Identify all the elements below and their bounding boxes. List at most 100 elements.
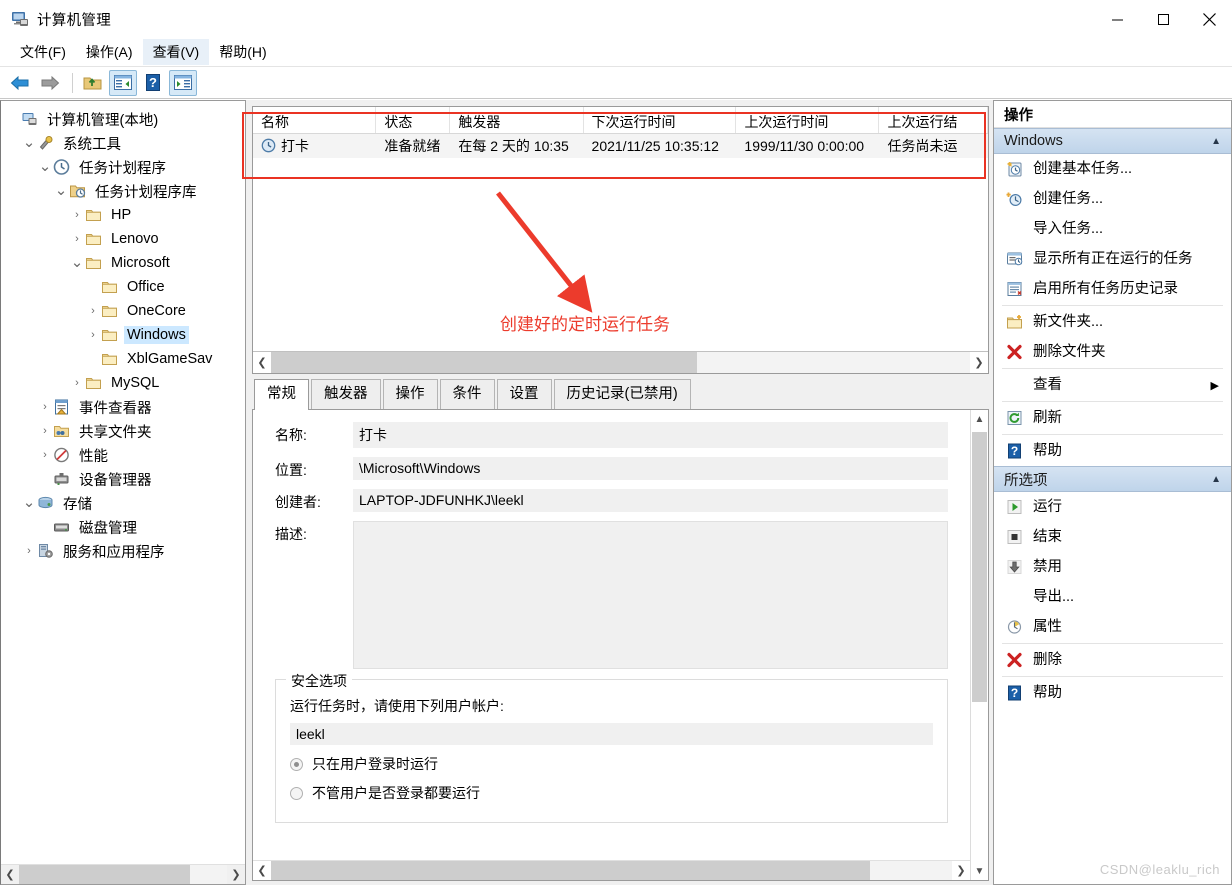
chevron-right-icon[interactable]: › xyxy=(69,207,85,223)
chevron-right-icon[interactable]: › xyxy=(21,543,37,559)
action-item-1-0[interactable]: 运行 xyxy=(994,492,1231,522)
column-header-1[interactable]: 状态 xyxy=(376,107,451,133)
maximize-button[interactable] xyxy=(1140,0,1186,38)
radio-selected-icon[interactable] xyxy=(290,757,303,771)
action-item-1-6[interactable]: ? 帮助 xyxy=(994,678,1231,708)
action-item-0-8[interactable]: 刷新 xyxy=(994,403,1231,433)
close-button[interactable] xyxy=(1186,0,1232,38)
detail-vertical-scrollbar[interactable]: ▲ ▼ xyxy=(970,410,988,880)
tree-node-hp[interactable]: › HP xyxy=(5,203,245,227)
up-folder-button[interactable] xyxy=(79,70,107,96)
tree-node-[interactable]: › 性能 xyxy=(5,443,245,467)
scroll-down-icon[interactable]: ▼ xyxy=(971,862,988,880)
action-item-1-5[interactable]: 删除 xyxy=(994,645,1231,675)
tree-node-[interactable]: ⌄ 任务计划程序 xyxy=(5,155,245,179)
menu-view[interactable]: 查看(V) xyxy=(142,39,210,65)
tree-node-lenovo[interactable]: › Lenovo xyxy=(5,227,245,251)
chevron-up-icon[interactable]: ▲ xyxy=(1211,474,1221,485)
tree-node-[interactable]: ⌄ 系统工具 xyxy=(5,131,245,155)
chevron-right-icon[interactable]: › xyxy=(85,303,101,319)
tree-node-onecore[interactable]: › OneCore xyxy=(5,299,245,323)
actions-group-header-1[interactable]: 所选项 ▲ xyxy=(994,466,1231,492)
task-list-header[interactable]: 名称 状态 触发器 下次运行时间 上次运行时间 上次运行结 xyxy=(253,107,988,134)
chevron-right-icon[interactable]: › xyxy=(37,423,53,439)
column-header-4[interactable]: 上次运行时间 xyxy=(736,107,880,133)
scroll-thumb[interactable] xyxy=(19,865,190,884)
action-item-0-6[interactable]: 删除文件夹 xyxy=(994,337,1231,367)
action-item-0-1[interactable]: 创建任务... xyxy=(994,184,1231,214)
show-hide-action-pane-button[interactable] xyxy=(169,69,197,96)
description-field[interactable] xyxy=(353,521,948,669)
scroll-thumb[interactable] xyxy=(271,352,698,373)
scroll-left-icon[interactable]: ❮ xyxy=(253,352,271,373)
actions-list[interactable]: Windows ▲ 创建基本任务... 创建任务... 导入任务... 显示所有正在运行的… xyxy=(994,128,1231,708)
action-item-0-2[interactable]: 导入任务... xyxy=(994,214,1231,244)
tree-node-[interactable]: ⌄ 存储 xyxy=(5,491,245,515)
tree-node-microsoft[interactable]: ⌄ Microsoft xyxy=(5,251,245,275)
scroll-track[interactable] xyxy=(271,352,970,373)
tree-node-[interactable]: › 服务和应用程序 xyxy=(5,539,245,563)
scroll-thumb[interactable] xyxy=(271,861,871,880)
submenu-arrow-icon[interactable]: ▶ xyxy=(1211,379,1219,392)
action-item-0-3[interactable]: 显示所有正在运行的任务 xyxy=(994,244,1231,274)
tree-node-xblgamesav[interactable]: XblGameSav xyxy=(5,347,245,371)
detail-tab-strip[interactable]: 常规 触发器 操作 条件 设置 历史记录(已禁用) xyxy=(252,379,989,410)
column-header-5[interactable]: 上次运行结 xyxy=(879,107,988,133)
tree-node-mysql[interactable]: › MySQL xyxy=(5,371,245,395)
chevron-down-icon[interactable]: ⌄ xyxy=(37,159,53,174)
scroll-track[interactable] xyxy=(271,861,952,880)
tree-node-[interactable]: 计算机管理(本地) xyxy=(5,107,245,131)
chevron-down-icon[interactable]: ⌄ xyxy=(21,135,37,150)
chevron-down-icon[interactable]: ⌄ xyxy=(53,183,69,198)
action-item-0-9[interactable]: ? 帮助 xyxy=(994,436,1231,466)
scroll-up-icon[interactable]: ▲ xyxy=(971,410,988,428)
radio-unselected-icon[interactable] xyxy=(290,786,303,800)
menu-help[interactable]: 帮助(H) xyxy=(209,39,276,65)
tree-node-[interactable]: 磁盘管理 xyxy=(5,515,245,539)
task-list-rows[interactable]: 打卡 准备就绪 在每 2 天的 10:35 2021/11/25 10:35:12 19… xyxy=(253,134,988,351)
action-item-1-2[interactable]: 禁用 xyxy=(994,552,1231,582)
chevron-right-icon[interactable]: › xyxy=(85,327,101,343)
action-item-1-3[interactable]: 导出... xyxy=(994,582,1231,612)
menu-action[interactable]: 操作(A) xyxy=(76,39,143,65)
action-item-0-5[interactable]: 新文件夹... xyxy=(994,307,1231,337)
tree-node-[interactable]: ⌄ 任务计划程序库 xyxy=(5,179,245,203)
help-button[interactable]: ? xyxy=(139,70,167,96)
tree-horizontal-scrollbar[interactable]: ❮ ❯ xyxy=(1,864,245,884)
name-field[interactable]: 打卡 xyxy=(353,422,948,448)
actions-group-header-0[interactable]: Windows ▲ xyxy=(994,128,1231,154)
task-row[interactable]: 打卡 准备就绪 在每 2 天的 10:35 2021/11/25 10:35:12 19… xyxy=(253,134,988,158)
scroll-left-icon[interactable]: ❮ xyxy=(1,865,19,884)
tab-5[interactable]: 历史记录(已禁用) xyxy=(553,379,691,409)
chevron-right-icon[interactable]: › xyxy=(69,375,85,391)
chevron-up-icon[interactable]: ▲ xyxy=(1211,136,1221,147)
chevron-down-icon[interactable]: ⌄ xyxy=(69,255,85,270)
action-item-0-4[interactable]: 启用所有任务历史记录 xyxy=(994,274,1231,304)
tab-0[interactable]: 常规 xyxy=(254,379,309,410)
column-header-0[interactable]: 名称 xyxy=(253,107,377,133)
tree-node-windows[interactable]: › Windows xyxy=(5,323,245,347)
tree-node-[interactable]: › 共享文件夹 xyxy=(5,419,245,443)
scroll-track[interactable] xyxy=(19,865,227,884)
scroll-right-icon[interactable]: ❯ xyxy=(227,865,245,884)
back-button[interactable] xyxy=(6,70,34,96)
scroll-right-icon[interactable]: ❯ xyxy=(952,861,970,880)
scroll-thumb[interactable] xyxy=(972,432,987,702)
minimize-button[interactable] xyxy=(1094,0,1140,38)
task-list-horizontal-scrollbar[interactable]: ❮ ❯ xyxy=(253,351,988,373)
action-item-0-0[interactable]: 创建基本任务... xyxy=(994,154,1231,184)
chevron-down-icon[interactable]: ⌄ xyxy=(21,495,37,510)
action-item-0-7[interactable]: 查看 ▶ xyxy=(994,370,1231,400)
console-tree[interactable]: 计算机管理(本地) ⌄ 系统工具 ⌄ 任务计划程序 ⌄ 任务计划程序库 › HP › Lenovo ⌄… xyxy=(1,101,245,864)
scroll-track[interactable] xyxy=(971,428,988,862)
tree-node-[interactable]: 设备管理器 xyxy=(5,467,245,491)
column-header-3[interactable]: 下次运行时间 xyxy=(584,107,737,133)
menu-file[interactable]: 文件(F) xyxy=(10,39,76,65)
column-header-2[interactable]: 触发器 xyxy=(450,107,584,133)
scroll-right-icon[interactable]: ❯ xyxy=(970,352,988,373)
forward-button[interactable] xyxy=(36,70,64,96)
show-hide-tree-button[interactable] xyxy=(109,69,137,96)
scroll-left-icon[interactable]: ❮ xyxy=(253,861,271,880)
tab-1[interactable]: 触发器 xyxy=(311,379,381,409)
action-item-1-1[interactable]: 结束 xyxy=(994,522,1231,552)
